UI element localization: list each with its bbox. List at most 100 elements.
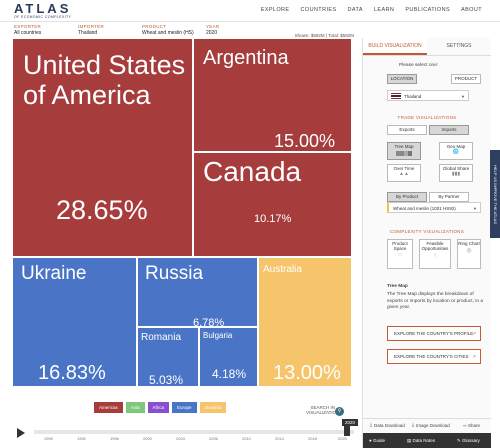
over-time-button[interactable]: Over Time ▲▲ <box>387 164 421 182</box>
tree-map-icon <box>396 151 412 156</box>
thailand-flag-icon <box>391 93 401 99</box>
main-nav: EXPLORE COUNTRIES DATA LEARN PUBLICATION… <box>261 7 482 13</box>
cell-percent: 13.00% <box>273 362 341 384</box>
exporter-filter[interactable]: EXPORTER All countries <box>14 24 41 36</box>
chevron-down-icon: ▼ <box>461 93 465 99</box>
treemap-cell-bulgaria[interactable]: Bulgaria 4.18% <box>199 327 258 387</box>
explore-profile-button[interactable]: EXPLORE THE COUNTRY'S PROFILE ↗ <box>387 326 481 341</box>
tick-label: 2020 <box>338 436 347 441</box>
tick-label: 2004 <box>176 436 185 441</box>
search-icon[interactable]: ⚲ <box>335 407 344 416</box>
scatter-icon: ∶ <box>434 252 436 259</box>
tick-label: 1996 <box>110 436 119 441</box>
by-partner-button[interactable]: By Partner <box>429 192 469 202</box>
tick-label: 2000 <box>143 436 152 441</box>
location-value: Thailand <box>404 93 422 99</box>
query-filters: EXPORTER All countries IMPORTER Thailand… <box>0 22 360 39</box>
area-chart-icon: ▲▲ <box>399 171 409 177</box>
cell-name: Ukraine <box>21 263 87 284</box>
region-legend: Americas Asia Africa Europe Oceania <box>94 402 227 413</box>
product-dropdown[interactable]: Wheat and meslin (1001 HS92) ▼ <box>387 202 481 213</box>
legend-europe[interactable]: Europe <box>172 402 197 413</box>
cell-percent: 6.78% <box>193 317 225 327</box>
ring-chart-button[interactable]: Ring Chart ◎ <box>457 239 481 269</box>
global-share-button[interactable]: Global Share ▮▮▮ <box>439 164 473 182</box>
by-product-button[interactable]: By Product <box>387 192 427 202</box>
legend-africa[interactable]: Africa <box>147 402 170 413</box>
treemap-cell-romania[interactable]: Romania 5.03% <box>137 327 199 387</box>
imports-button[interactable]: Imports <box>429 125 469 135</box>
description-title: Tree Map <box>387 284 408 289</box>
cell-percent: 16.83% <box>38 362 106 384</box>
treemap-cell-russia[interactable]: Russia 6.78% <box>137 257 258 327</box>
legend-oceania[interactable]: Oceania <box>199 402 227 413</box>
help-improve-tab[interactable]: HELP US IMPROVE THE ATLAS <box>490 150 500 238</box>
explore-cities-button[interactable]: EXPLORE THE COUNTRY'S CITIES ↗ <box>387 349 481 364</box>
product-button[interactable]: PRODUCT <box>451 74 481 84</box>
legend-americas[interactable]: Americas <box>94 402 123 413</box>
build-panel: BUILD VISUALIZATION SETTINGS Please sele… <box>362 38 491 448</box>
chevron-down-icon: ▼ <box>473 205 477 211</box>
logo-title: ATLAS <box>14 1 72 16</box>
cell-name: Canada <box>203 156 302 187</box>
data-notes-button[interactable]: ▤ Data Notes <box>407 438 435 444</box>
product-filter[interactable]: PRODUCT Wheat and meslin (HS) <box>142 24 194 36</box>
location-button[interactable]: LOCATION <box>387 74 417 84</box>
data-download-button[interactable]: ⇩ Data Download <box>369 423 405 429</box>
guide-label: Guide <box>372 438 385 443</box>
location-dropdown[interactable]: Thailand ▼ <box>387 90 469 101</box>
bar-chart-icon: ▮▮▮ <box>451 171 461 177</box>
globe-icon: 🌐 <box>452 149 460 155</box>
nav-about[interactable]: ABOUT <box>461 7 482 13</box>
timeline-track[interactable] <box>34 430 354 434</box>
share-label: Share <box>468 423 481 428</box>
network-icon: ⁙ <box>397 252 403 259</box>
please-select-text: Please select one: <box>399 63 439 68</box>
explore-cities-label: EXPLORE THE COUNTRY'S CITIES <box>394 354 469 359</box>
tree-map-button[interactable]: Tree Map <box>387 142 421 160</box>
tab-build-visualization[interactable]: BUILD VISUALIZATION <box>363 38 427 55</box>
play-icon[interactable] <box>17 428 25 438</box>
cell-percent: 4.18% <box>212 367 247 381</box>
nav-explore[interactable]: EXPLORE <box>261 7 290 13</box>
complexity-visualizations-title: COMPLEXITY VISUALIZATIONS <box>389 229 465 234</box>
importer-label: IMPORTER <box>78 24 105 29</box>
product-value: Wheat and meslin (HS) <box>142 30 194 36</box>
cell-percent: 28.65% <box>56 195 148 225</box>
treemap-cell-ukraine[interactable]: Ukraine 16.83% <box>12 257 137 387</box>
data-download-label: Data Download <box>374 423 405 428</box>
nav-countries[interactable]: COUNTRIES <box>301 7 337 13</box>
nav-publications[interactable]: PUBLICATIONS <box>405 7 450 13</box>
year-label: YEAR <box>206 24 220 29</box>
tab-settings[interactable]: SETTINGS <box>427 38 491 55</box>
share-button[interactable]: ⇦ Share <box>463 423 480 429</box>
nav-data[interactable]: DATA <box>348 7 363 13</box>
product-dropdown-value: Wheat and meslin (1001 HS92) <box>393 205 456 211</box>
external-link-icon: ↗ <box>472 354 476 359</box>
guide-button[interactable]: ● Guide <box>369 438 385 443</box>
import-treemap: United States of America 28.65% Argentin… <box>12 38 352 387</box>
feasible-opportunities-button[interactable]: Feasible Opportunities ∶ <box>419 239 451 269</box>
treemap-cell-argentina[interactable]: Argentina 15.00% <box>193 38 352 152</box>
nav-learn[interactable]: LEARN <box>374 7 394 13</box>
atlas-logo[interactable]: ATLAS OF ECONOMIC COMPLEXITY <box>14 1 71 19</box>
image-download-button[interactable]: ⇩ Image Download <box>411 423 450 429</box>
ring-icon: ◎ <box>466 247 472 254</box>
legend-asia[interactable]: Asia <box>125 402 145 413</box>
product-space-button[interactable]: Product Space ⁙ <box>387 239 413 269</box>
year-timeline: 2020 1990 1992 1996 2000 2004 2006 2010 … <box>0 419 362 448</box>
glossary-button[interactable]: ✎ Glossary <box>457 438 480 444</box>
cell-percent: 5.03% <box>149 373 184 387</box>
cell-percent: 10.17% <box>254 213 292 225</box>
explore-profile-label: EXPLORE THE COUNTRY'S PROFILE <box>394 331 474 336</box>
tree-map-label: Tree Map <box>394 144 414 149</box>
treemap-cell-usa[interactable]: United States of America 28.65% <box>12 38 193 257</box>
year-filter[interactable]: YEAR 2020 <box>206 24 219 36</box>
treemap-cell-australia[interactable]: Australia 13.00% <box>258 257 352 387</box>
exports-button[interactable]: Exports <box>387 125 427 135</box>
importer-filter[interactable]: IMPORTER Thailand <box>78 24 104 36</box>
timeline-handle[interactable] <box>344 426 350 436</box>
product-label: PRODUCT <box>142 24 167 29</box>
treemap-cell-canada[interactable]: Canada 10.17% <box>193 152 352 257</box>
geo-map-button[interactable]: Geo Map 🌐 <box>439 142 473 160</box>
